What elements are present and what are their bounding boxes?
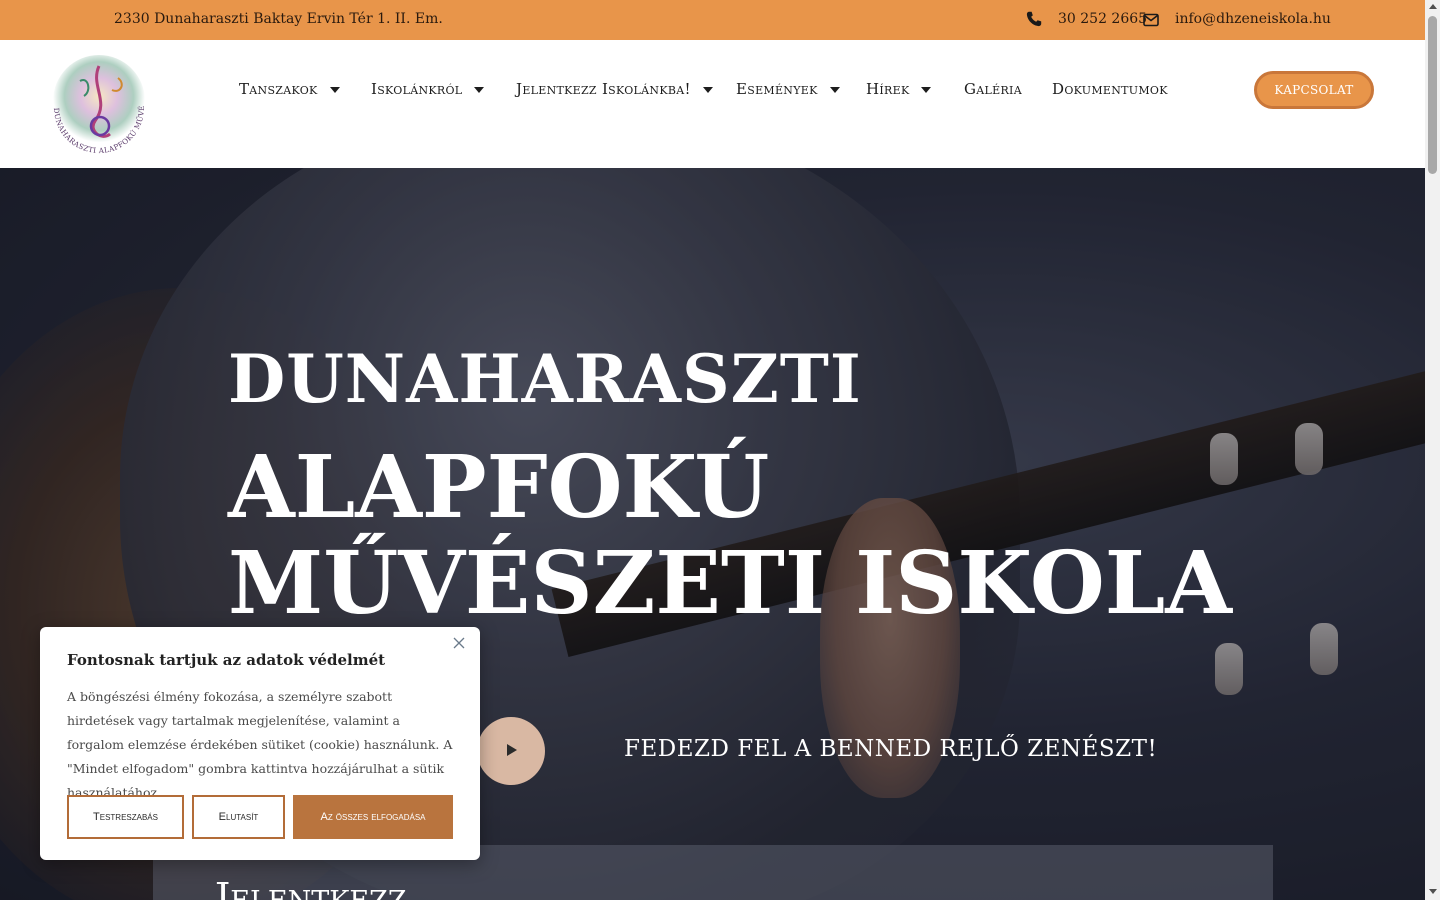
phone-icon bbox=[1026, 11, 1042, 27]
scroll-up-arrow-icon[interactable] bbox=[1429, 4, 1437, 9]
email-link[interactable]: info@dhzeneiskola.hu bbox=[1175, 11, 1331, 27]
nav-label: Hírek bbox=[866, 80, 910, 98]
top-info-bar: 2330 Dunaharaszti Baktay Ervin Tér 1. II… bbox=[0, 0, 1425, 40]
hero-title-line1: DUNAHARASZTI bbox=[228, 340, 862, 418]
hero-tagline: FEDEZD FEL A BENNED REJLŐ ZENÉSZT! bbox=[624, 736, 1158, 762]
nav-item-esemenyek[interactable]: Események bbox=[736, 80, 840, 98]
school-logo[interactable]: DUNAHARASZTI ALAPFOKÚ MŰVÉSZETI ISKOLA bbox=[40, 46, 158, 164]
cookie-description: A böngészési élmény fokozása, a személyr… bbox=[67, 689, 453, 800]
page-scrollbar[interactable] bbox=[1425, 0, 1440, 900]
site-header: DUNAHARASZTI ALAPFOKÚ MŰVÉSZETI ISKOLA T… bbox=[0, 40, 1425, 168]
nav-item-hirek[interactable]: Hírek bbox=[866, 80, 932, 98]
nav-item-jelentkezz[interactable]: Jelentkezz Iskolánkba! bbox=[516, 80, 713, 98]
hero-title-line2: ALAPFOKÚ bbox=[228, 437, 770, 538]
scroll-down-arrow-icon[interactable] bbox=[1429, 889, 1437, 894]
address-text: 2330 Dunaharaszti Baktay Ervin Tér 1. II… bbox=[114, 11, 443, 27]
envelope-icon bbox=[1143, 13, 1159, 27]
phone-link[interactable]: 30 252 2665 bbox=[1058, 11, 1147, 27]
nav-item-galeria[interactable]: Galéria bbox=[964, 80, 1022, 98]
hero-title-line3: MŰVÉSZETI ISKOLA bbox=[228, 533, 1232, 634]
nav-label: Tanszakok bbox=[239, 80, 318, 98]
accept-all-button[interactable]: Az összes elfogadása bbox=[293, 795, 453, 839]
cookie-consent-dialog: Fontosnak tartjuk az adatok védelmét A b… bbox=[40, 627, 480, 860]
nav-label: Jelentkezz Iskolánkba! bbox=[516, 80, 691, 98]
caret-down-icon bbox=[702, 87, 713, 93]
application-box-title: Jelentkezz bbox=[215, 875, 407, 900]
caret-down-icon bbox=[921, 87, 932, 93]
customize-button[interactable]: Testreszabás bbox=[67, 795, 184, 839]
cookie-title: Fontosnak tartjuk az adatok védelmét bbox=[67, 651, 386, 669]
caret-down-icon bbox=[474, 87, 485, 93]
nav-label: Galéria bbox=[964, 80, 1022, 98]
video-play-button[interactable] bbox=[477, 717, 545, 785]
contact-button[interactable]: KAPCSOLAT bbox=[1254, 71, 1374, 109]
reject-button[interactable]: Elutasít bbox=[192, 795, 285, 839]
nav-label: Iskolánkról bbox=[371, 80, 463, 98]
close-icon[interactable] bbox=[452, 636, 466, 650]
nav-item-dokumentumok[interactable]: Dokumentumok bbox=[1052, 80, 1168, 98]
caret-down-icon bbox=[329, 87, 340, 93]
nav-item-iskolankrol[interactable]: Iskolánkról bbox=[371, 80, 485, 98]
nav-label: Események bbox=[736, 80, 818, 98]
nav-item-tanszakok[interactable]: Tanszakok bbox=[239, 80, 340, 98]
scrollbar-thumb[interactable] bbox=[1428, 16, 1437, 174]
play-icon bbox=[507, 744, 517, 756]
nav-label: Dokumentumok bbox=[1052, 80, 1168, 98]
caret-down-icon bbox=[829, 87, 840, 93]
